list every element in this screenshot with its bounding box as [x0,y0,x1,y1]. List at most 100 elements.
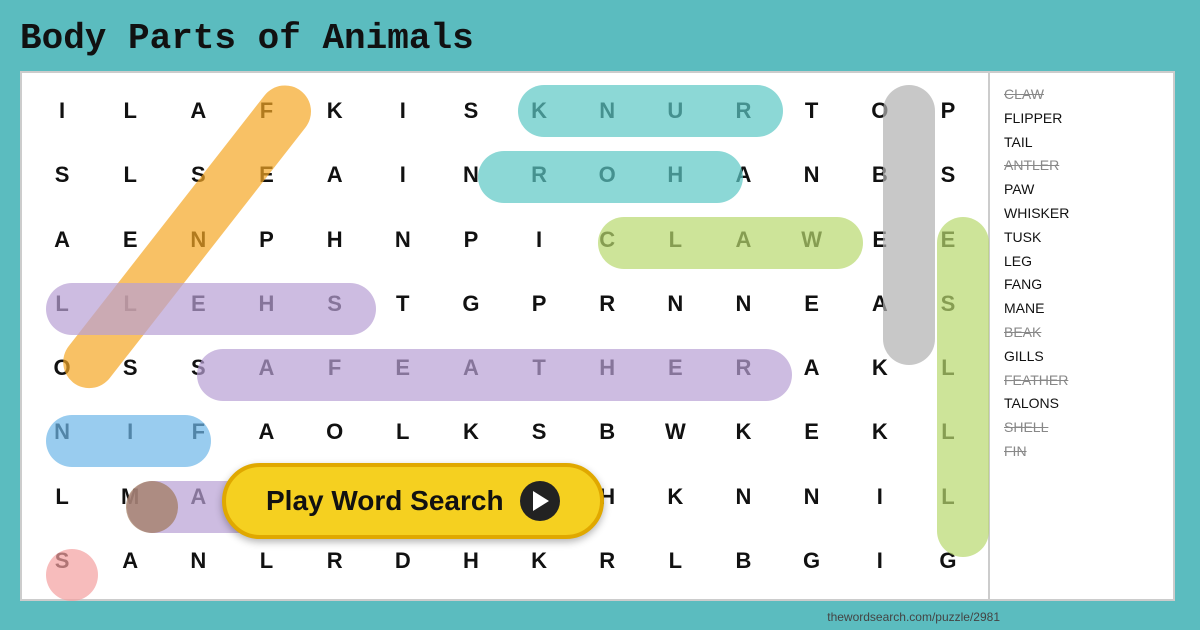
word-list: CLAWFLIPPERTAILANTLERPAWWHISKERTUSKLEGFA… [990,71,1175,601]
grid-cell: E [778,272,846,336]
grid-cell: I [846,529,914,593]
grid-cell: L [914,336,982,400]
grid-cell: W [641,400,709,464]
grid-cell: S [28,143,96,207]
grid-cell: E [232,143,300,207]
grid-cell: K [709,400,777,464]
grid-cell: I [846,465,914,529]
grid-cell: S [437,79,505,143]
grid-cell: A [301,143,369,207]
grid-cell: N [28,400,96,464]
word-list-item: SHELL [1004,416,1159,440]
play-icon [520,481,560,521]
word-list-item: TAIL [1004,131,1159,155]
word-list-item: CLAW [1004,83,1159,107]
grid-cell: I [369,79,437,143]
grid-cell: K [505,79,573,143]
grid-cell: S [914,272,982,336]
grid-cell: S [301,272,369,336]
grid-cell: K [846,336,914,400]
word-list-item: ANTLER [1004,154,1159,178]
grid-cell: H [641,143,709,207]
play-button-label: Play Word Search [266,485,504,517]
word-list-item: FIN [1004,440,1159,464]
grid-cell: E [641,336,709,400]
grid-cell: N [164,208,232,272]
page-title: Body Parts of Animals [20,18,1180,59]
grid-cell: L [28,465,96,529]
grid-cell: A [709,208,777,272]
grid-cell: E [164,272,232,336]
word-list-item: FANG [1004,273,1159,297]
grid-cell: L [96,79,164,143]
grid-cell: G [778,529,846,593]
grid-cell: N [641,272,709,336]
grid-cell: A [164,79,232,143]
grid-cell: N [709,272,777,336]
grid-cell: M [96,465,164,529]
grid-cell: E [778,400,846,464]
grid-cell: A [846,272,914,336]
grid-cell: A [437,336,505,400]
grid-cell: B [709,529,777,593]
grid-cell: R [573,272,641,336]
grid-cell: R [709,79,777,143]
grid-cell: P [505,272,573,336]
word-list-item: MANE [1004,297,1159,321]
grid-cell: L [28,272,96,336]
grid-cell: T [369,272,437,336]
grid-cell: G [914,529,982,593]
grid-cell: H [573,336,641,400]
grid-cell: T [505,336,573,400]
grid-cell: E [914,208,982,272]
grid-cell: B [573,400,641,464]
grid-cell: N [437,143,505,207]
grid-cell: A [232,336,300,400]
grid-cell: K [301,79,369,143]
grid-cell: N [709,465,777,529]
word-list-item: FEATHER [1004,369,1159,393]
play-word-search-button[interactable]: Play Word Search [222,463,604,539]
grid-cell: A [96,529,164,593]
grid-cell: N [369,208,437,272]
grid-cell: S [914,143,982,207]
grid-cell: H [232,272,300,336]
grid-cell: F [232,79,300,143]
grid-cell: F [301,336,369,400]
grid-cell: O [573,143,641,207]
grid-cell: L [641,529,709,593]
grid-cell: L [369,400,437,464]
play-button-container[interactable]: Play Word Search [222,463,604,539]
grid-cell: E [846,208,914,272]
word-list-item: TUSK [1004,226,1159,250]
grid-cell: S [164,336,232,400]
word-list-item: FLIPPER [1004,107,1159,131]
grid-cell: U [641,79,709,143]
grid-cell: I [96,400,164,464]
word-list-item: WHISKER [1004,202,1159,226]
grid-cell: T [778,79,846,143]
word-list-item: LEG [1004,250,1159,274]
grid-cell: A [778,336,846,400]
grid-cell: I [505,208,573,272]
grid-cell: A [232,400,300,464]
grid-cell: F [164,400,232,464]
grid-cell: I [369,143,437,207]
grid-cell: A [709,143,777,207]
grid-cell: P [437,208,505,272]
grid-cell: O [28,336,96,400]
grid-cell: N [778,465,846,529]
grid-cell: N [778,143,846,207]
grid-cell: K [846,400,914,464]
grid-cell: S [164,143,232,207]
grid-cell: N [573,79,641,143]
word-list-item: PAW [1004,178,1159,202]
grid-cell: S [28,529,96,593]
word-list-item: BEAK [1004,321,1159,345]
puzzle-grid: ILAFKISKNURTOPSLSEAINROHANBSAENPHNPICLAW… [20,71,990,601]
grid-cell: S [505,400,573,464]
grid-cell: H [301,208,369,272]
word-list-item: TALONS [1004,392,1159,416]
grid-cell: S [96,336,164,400]
grid-cell: R [709,336,777,400]
